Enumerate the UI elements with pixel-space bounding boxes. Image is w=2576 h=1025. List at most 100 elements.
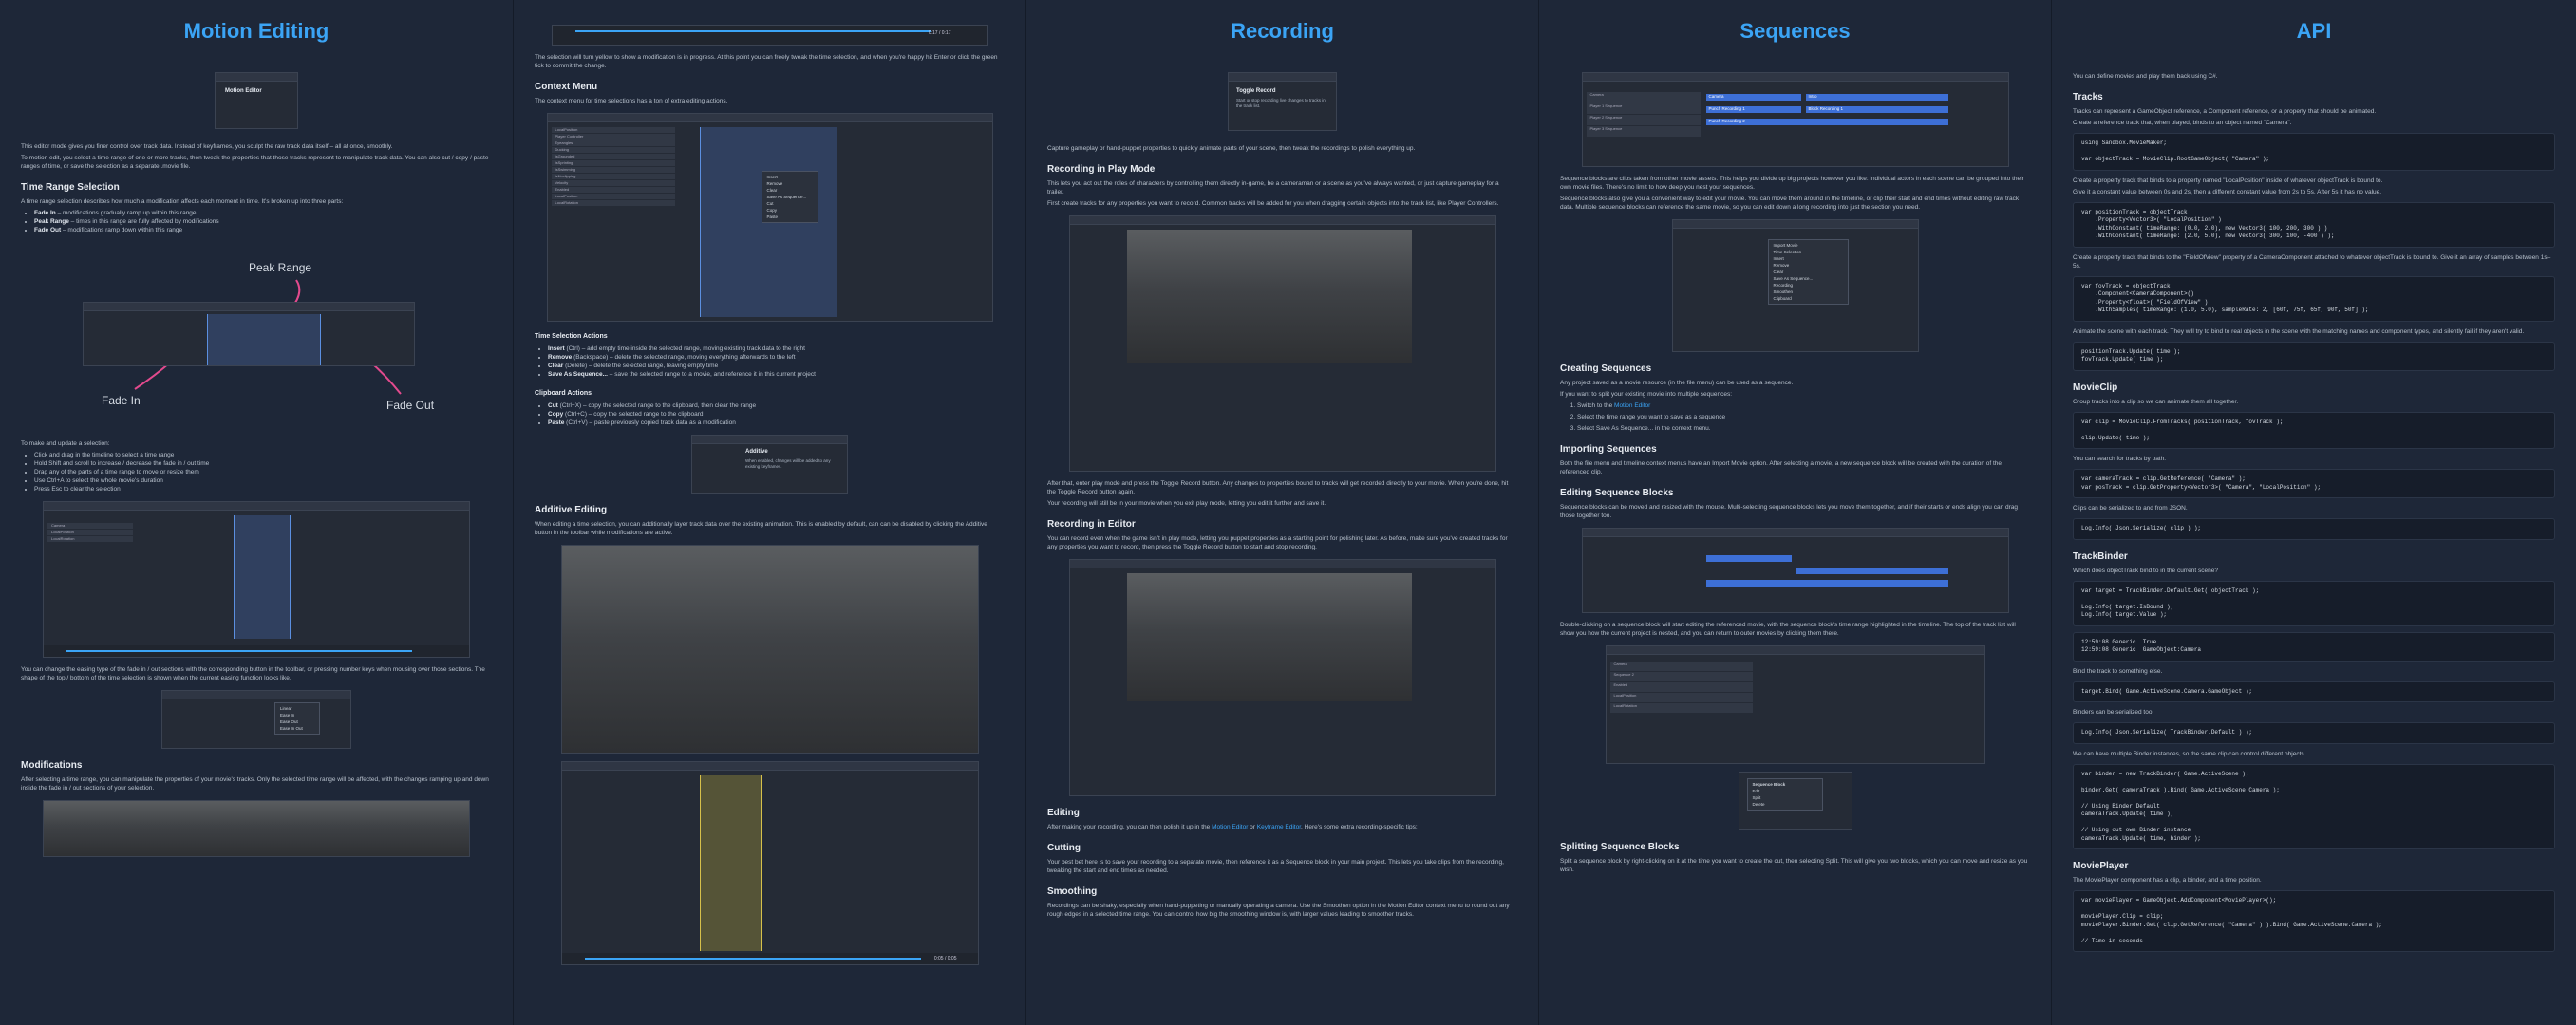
track-row[interactable]: Player 2 Sequence: [1586, 115, 1701, 126]
motion-editor-tooltip-shot: Motion Editor: [215, 72, 298, 129]
track-row[interactable]: Enabled: [551, 187, 675, 194]
menu-item: Time Selection: [1773, 250, 1802, 254]
intro-paragraph-2: To motion edit, you select a time range …: [21, 155, 489, 170]
importing-desc: Both the file menu and timeline context …: [1560, 460, 2003, 475]
track-row[interactable]: LocalPosition: [551, 194, 675, 200]
menu-item[interactable]: Save As Sequence...: [1769, 275, 1848, 282]
double-click-desc: Double-clicking on a sequence block will…: [1560, 622, 2016, 637]
steps-list: Click and drag in the timeline to select…: [34, 451, 492, 494]
motion-editor-link[interactable]: Motion Editor: [1212, 824, 1248, 830]
editor-desc: You can record even when the game isn't …: [1047, 535, 1508, 550]
prop-desc: Create a property track that binds to a …: [2073, 177, 2383, 184]
menu-item[interactable]: Clear: [762, 187, 818, 194]
sequence-block[interactable]: [1705, 555, 1792, 562]
menu-item[interactable]: Paste: [762, 214, 818, 220]
track-row[interactable]: Player 1 Sequence: [1586, 103, 1701, 115]
after-desc-1: After that, enter play mode and press th…: [1047, 480, 1509, 495]
split-menu-shot: Sequence Block Edit Split Delete: [1738, 772, 1852, 830]
toolbar: [547, 114, 992, 122]
sequence-block[interactable]: Camera: [1705, 94, 1801, 101]
time-readout: 0:17 / 0:17: [928, 30, 951, 36]
movieclip-desc: Group tracks into a clip so we can anima…: [2073, 398, 2239, 405]
track-row[interactable]: Enabled: [1609, 682, 1753, 693]
toolbar: [1606, 646, 1984, 655]
time-readout: 0:05 / 0:05: [933, 956, 957, 961]
code-block: var fovTrack = objectTrack .Component<Ca…: [2073, 275, 2555, 322]
sequences-desc-2: Sequence blocks also give you a convenie…: [1560, 196, 2020, 211]
toolbar: [1069, 216, 1495, 225]
sequence-block[interactable]: Intro: [1805, 94, 1948, 101]
animate-desc: Animate the scene with each track. They …: [2073, 327, 2525, 335]
menu-title: Sequence Block: [1752, 782, 1786, 787]
track-row[interactable]: IsNoclipping: [551, 174, 675, 180]
editing-heading: Editing: [1047, 808, 1080, 818]
track-row[interactable]: Velocity: [551, 180, 675, 187]
sequence-block[interactable]: Punch Recording 2: [1705, 119, 1948, 125]
track-row[interactable]: IsSprinting: [551, 160, 675, 167]
code-block: using Sandbox.MovieMaker; var objectTrac…: [2073, 133, 2555, 171]
track-row[interactable]: LocalRotation: [1609, 703, 1753, 714]
toolbar: [1229, 73, 1336, 82]
menu-item[interactable]: Remove: [762, 180, 818, 187]
play-mode-heading: Recording in Play Mode: [1047, 164, 1156, 175]
selection-shot: Camera LocalPosition LocalRotation: [43, 501, 470, 658]
menu-item[interactable]: Split: [1748, 794, 1822, 801]
track-row[interactable]: Player Controller: [551, 134, 675, 140]
split-desc: If you want to split your existing movie…: [1560, 391, 1733, 398]
breadcrumb[interactable]: Camera: [1609, 662, 1753, 672]
menu-item[interactable]: Import Movie: [1769, 242, 1848, 249]
toolbar: [216, 73, 297, 82]
sequence-block[interactable]: [1705, 580, 1948, 587]
track-row[interactable]: LocalPosition: [47, 530, 133, 536]
menu-item[interactable]: Edit: [1748, 788, 1822, 794]
motion-editor-link[interactable]: Motion Editor: [1614, 402, 1650, 409]
player-shot-top: 0:17 / 0:17: [551, 25, 988, 46]
menu-item[interactable]: Copy: [762, 207, 818, 214]
clipboard-list: Cut (Ctrl+X) – copy the selected range t…: [548, 401, 1005, 427]
track-row[interactable]: LocalPosition: [551, 127, 675, 134]
toolbar: [84, 303, 414, 311]
menu-item[interactable]: Smoothen: [1769, 289, 1848, 295]
track-row[interactable]: LocalRotation: [47, 536, 133, 543]
keyframe-editor-link[interactable]: Keyframe Editor: [1257, 824, 1301, 830]
api-page: API You can define movies and play them …: [2051, 0, 2576, 1025]
time-selection[interactable]: [699, 775, 762, 951]
sequence-block[interactable]: [1796, 568, 1948, 574]
track-row[interactable]: Camera: [47, 523, 133, 530]
menu-item[interactable]: Clear: [1769, 269, 1848, 275]
time-range-diagram: Peak Range Fade In Fade Out: [21, 237, 492, 437]
track-row[interactable]: Camera: [1586, 92, 1701, 103]
additive-tip: When enabled, changes will be added to a…: [745, 458, 831, 469]
modification-scene-shot: [43, 800, 470, 857]
toolbar: [162, 691, 350, 699]
track-row[interactable]: Ducking: [551, 147, 675, 154]
track-list: Camera Sequence 2 Enabled LocalPosition …: [1609, 662, 1753, 714]
menu-item[interactable]: Cut: [762, 200, 818, 207]
list-item: Paste (Ctrl+V) – paste previously copied…: [548, 419, 1005, 427]
track-row[interactable]: IsSwimming: [551, 167, 675, 174]
menu-item[interactable]: Delete: [1748, 801, 1822, 808]
time-selection[interactable]: [234, 515, 291, 639]
breadcrumb[interactable]: Sequence 2: [1609, 672, 1753, 682]
track-row[interactable]: Player 3 Sequence: [1586, 126, 1701, 138]
menu-item[interactable]: Ease In Out: [275, 725, 319, 732]
track-row[interactable]: Eyeangles: [551, 140, 675, 147]
menu-item[interactable]: Insert: [762, 174, 818, 180]
toolbar: [1069, 560, 1495, 568]
menu-item[interactable]: Remove: [1769, 262, 1848, 269]
importing-heading: Importing Sequences: [1560, 444, 1657, 455]
menu-item[interactable]: Linear: [275, 705, 319, 712]
track-row[interactable]: LocalPosition: [1609, 693, 1753, 703]
tooltip-title: Motion Editor: [225, 88, 262, 94]
menu-item[interactable]: Insert: [1769, 255, 1848, 262]
sequences-page: Sequences Camera Player 1 Sequence Playe…: [1538, 0, 2051, 1025]
menu-item[interactable]: Ease In: [275, 712, 319, 718]
sequence-block[interactable]: Punch Recording 1: [1705, 106, 1801, 113]
easing-menu: Linear Ease In Ease Out Ease In Out: [274, 702, 320, 735]
track-row[interactable]: IsGrounded: [551, 154, 675, 160]
sequence-block[interactable]: Block Recording 1: [1805, 106, 1948, 113]
menu-item[interactable]: Save As Sequence...: [762, 194, 818, 200]
menu-item[interactable]: Ease Out: [275, 718, 319, 725]
track-row[interactable]: LocalRotation: [551, 200, 675, 207]
time-selection[interactable]: [207, 314, 321, 365]
